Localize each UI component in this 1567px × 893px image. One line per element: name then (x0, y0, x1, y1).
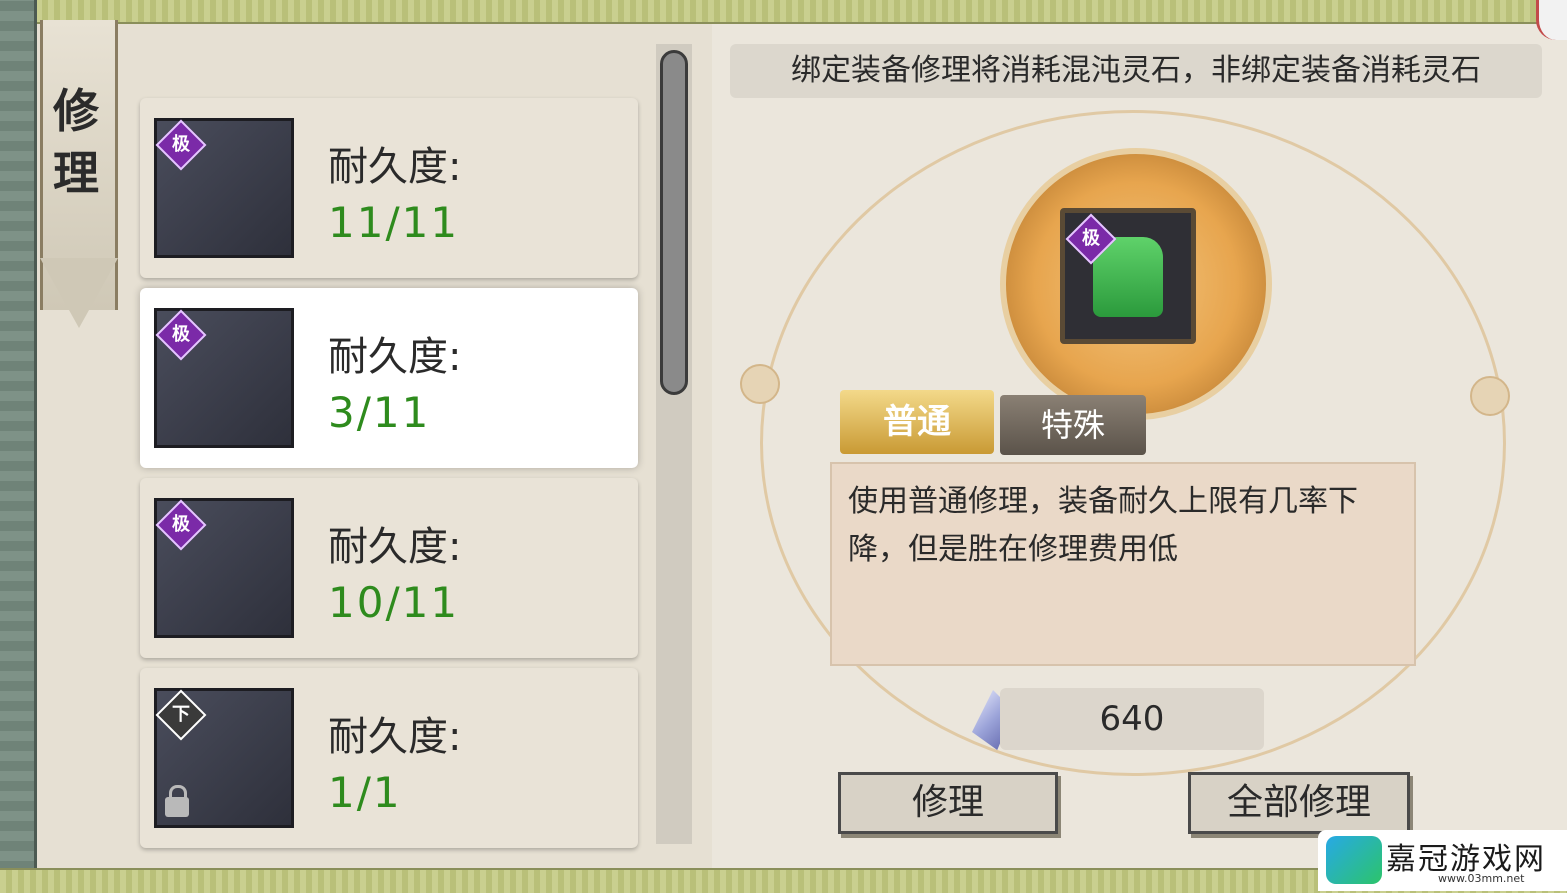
durability-value: 1/1 (328, 768, 402, 817)
robe-icon: 极 (154, 308, 294, 448)
selected-equipment-slot: 极 (1060, 208, 1196, 344)
tab-title-char-2: 理 (53, 146, 99, 200)
repair-tab-tip (40, 258, 118, 328)
right-medal-icon (1470, 376, 1510, 416)
watermark-logo-icon (1326, 836, 1382, 884)
durability-label: 耐久度: (328, 524, 462, 570)
grade-text: 极 (172, 134, 190, 155)
grade-text: 极 (172, 514, 190, 535)
grade-text: 极 (1082, 228, 1100, 249)
durability-value: 10/11 (328, 578, 460, 627)
tab-normal-repair[interactable]: 普通 (840, 390, 994, 454)
left-border (0, 0, 37, 891)
tab-title-char-1: 修 (53, 84, 99, 138)
equipment-item-card[interactable]: 极 耐久度: 10/11 (140, 478, 638, 658)
top-border (0, 0, 1567, 24)
durability-label: 耐久度: (328, 714, 462, 760)
left-medal-icon (740, 364, 780, 404)
list-scrollbar-thumb[interactable] (660, 50, 688, 395)
repair-description: 使用普通修理，装备耐久上限有几率下降，但是胜在修理费用低 (830, 462, 1416, 666)
durability-value: 3/11 (328, 388, 431, 437)
repair-cost: 640 (1000, 688, 1264, 750)
equipment-item-card[interactable]: 极 耐久度: 11/11 (140, 98, 638, 278)
lock-icon (165, 785, 189, 817)
grade-text: 下 (172, 704, 190, 725)
equipment-item-card-selected[interactable]: 极 耐久度: 3/11 (140, 288, 638, 468)
watermark: 嘉冠游戏网 www.03mm.net (1318, 830, 1567, 891)
repair-notice: 绑定装备修理将消耗混沌灵石，非绑定装备消耗灵石 (730, 44, 1542, 98)
repair-all-button[interactable]: 全部修理 (1188, 772, 1410, 834)
durability-label: 耐久度: (328, 334, 462, 380)
equipment-item-card[interactable]: 下 耐久度: 1/1 (140, 668, 638, 848)
durability-value: 11/11 (328, 198, 460, 247)
repair-tab-title: 修 理 (44, 80, 108, 204)
tab-special-repair[interactable]: 特殊 (1000, 395, 1146, 455)
grade-text: 极 (172, 324, 190, 345)
boots-icon: 极 (154, 498, 294, 638)
pouch-icon: 下 (154, 688, 294, 828)
watermark-url: www.03mm.net (1438, 872, 1525, 885)
sword-icon: 极 (154, 118, 294, 258)
repair-button[interactable]: 修理 (838, 772, 1058, 834)
durability-label: 耐久度: (328, 144, 462, 190)
